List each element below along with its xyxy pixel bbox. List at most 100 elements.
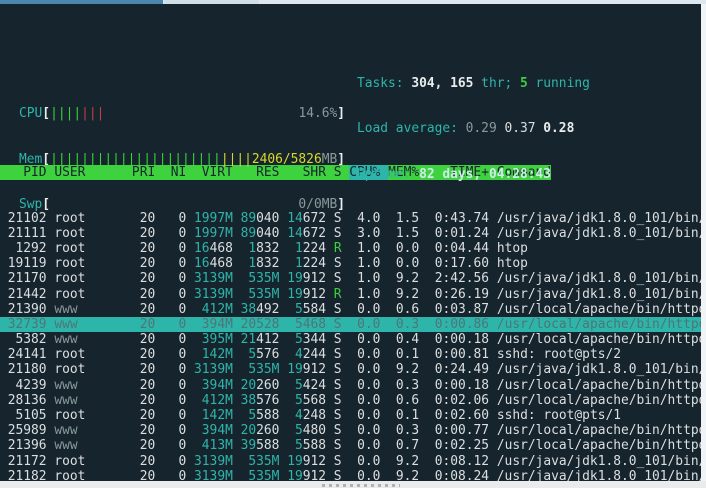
- cell-command: sshd: root@pts/2: [496, 347, 621, 363]
- table-row[interactable]: 24141 root 20 0 142M 5576 4244 S 0.0 0.1…: [0, 347, 701, 362]
- cell-command: /usr/local/apache/bin/httpd -k star: [496, 301, 701, 317]
- cell-pri: 20: [131, 301, 163, 317]
- table-row[interactable]: 32739 www 20 0 394M 20528 5468 S 0.0 0.3…: [0, 316, 701, 333]
- table-row[interactable]: 21172 root 20 0 3139M 535M 19912 S 0.0 9…: [0, 454, 701, 469]
- table-row[interactable]: 21442 root 20 0 3139M 535M 19912 R 1.0 9…: [0, 287, 701, 302]
- table-row[interactable]: 21182 root 20 0 3139M 535M 19912 S 0.0 9…: [0, 469, 701, 481]
- mem-meter-label: Mem: [19, 151, 43, 167]
- cell-pid: 21442: [0, 286, 55, 302]
- sp: [326, 347, 334, 362]
- cpu-open-bracket: [: [42, 106, 51, 122]
- cell-ni: 0: [162, 347, 195, 363]
- cell-cpu-percent: 0.0: [341, 468, 389, 481]
- table-row[interactable]: 28136 www 20 0 412M 38576 5568 S 0.0 0.6…: [0, 393, 701, 408]
- cell-shr: 19: [287, 286, 303, 302]
- cell-ni: 0: [162, 332, 195, 348]
- cell-time: 0:00.18: [426, 332, 497, 348]
- table-row[interactable]: 21180 root 20 0 3139M 535M 19912 S 0.0 9…: [0, 362, 701, 377]
- cell-command: /usr/java/jdk1.8.0_101/bin/java -Xm: [496, 453, 701, 469]
- cell-cpu-percent: 0.0: [341, 392, 389, 408]
- tasks-count: 304, 165: [411, 75, 474, 91]
- drag-handle-dots: [322, 484, 400, 487]
- cell-shr: 912: [302, 286, 327, 302]
- cell-cpu-percent: 0.0: [341, 301, 389, 317]
- sp: [233, 393, 241, 408]
- cell-res: 20: [240, 377, 257, 393]
- sp: [233, 287, 241, 302]
- cell-res: 528: [256, 316, 280, 332]
- cell-shr: 912: [302, 453, 327, 469]
- cell-time: 0:02.60: [426, 408, 497, 424]
- cell-shr: 5: [287, 438, 303, 454]
- sp: [233, 423, 241, 438]
- cell-res: 38: [240, 301, 257, 317]
- cell-ni: 0: [162, 438, 195, 454]
- cell-pri: 20: [131, 347, 163, 363]
- cell-mem-percent: 0.6: [388, 301, 427, 317]
- cell-res: 5: [240, 347, 257, 363]
- cell-state: S: [333, 347, 342, 363]
- table-row[interactable]: 5382 www 20 0 395M 21412 5344 S 0.0 0.4 …: [0, 332, 701, 347]
- sp: [326, 287, 334, 302]
- header-area: CPU[||||||| 14.6%] Mem[|||||||||||||||||…: [0, 34, 701, 213]
- cell-time: 0:00.81: [426, 347, 497, 363]
- table-row[interactable]: 21396 www 20 0 413M 39588 5588 S 0.0 0.7…: [0, 438, 701, 453]
- cell-pri: 20: [131, 438, 163, 454]
- sp: [233, 362, 241, 377]
- cell-pid: 21390: [0, 301, 55, 317]
- cell-time: 0:00.86: [426, 316, 497, 332]
- cell-shr: 5: [287, 301, 303, 317]
- uptime-value: 82 days, 04:28:43: [419, 167, 552, 182]
- cell-cpu-percent: 0.0: [341, 408, 389, 424]
- right-edge-strip: [701, 4, 706, 481]
- cell-pid: 28136: [0, 392, 55, 408]
- sp: [326, 423, 334, 438]
- mem-meter-value: 2406/5826: [251, 151, 322, 167]
- cell-ni: 0: [162, 423, 195, 439]
- cell-res: 535M: [240, 362, 280, 378]
- cell-mem-percent: 0.3: [388, 423, 427, 439]
- cell-command: /usr/local/apache/bin/httpd -k star: [496, 316, 701, 332]
- table-row[interactable]: 5105 root 20 0 142M 5588 4248 S 0.0 0.1 …: [0, 408, 701, 423]
- cell-res: 535M: [240, 453, 280, 469]
- cpu-close-bracket: ]: [337, 106, 346, 122]
- cell-pid: 21172: [0, 453, 55, 469]
- cell-shr: 19: [287, 453, 303, 469]
- cell-ni: 0: [162, 453, 195, 469]
- cell-user: www: [54, 316, 132, 332]
- cell-pri: 20: [131, 423, 163, 439]
- table-row[interactable]: 4239 www 20 0 394M 20260 5424 S 0.0 0.3 …: [0, 378, 701, 393]
- cell-time: 0:00.77: [426, 423, 497, 439]
- cell-res: 260: [256, 423, 280, 439]
- cell-mem-percent: 0.3: [388, 316, 427, 332]
- cell-shr: 480: [302, 423, 327, 439]
- sp: [326, 362, 334, 377]
- cell-cpu-percent: 0.0: [341, 332, 389, 348]
- table-row[interactable]: 25989 www 20 0 394M 20260 5480 S 0.0 0.3…: [0, 423, 701, 438]
- cell-user: root: [54, 453, 132, 469]
- cell-user: www: [54, 438, 132, 454]
- load-1min: 0.29: [465, 121, 505, 137]
- cell-pid: 5105: [0, 408, 55, 424]
- cell-res: 20: [240, 423, 257, 439]
- cell-command: /usr/local/apache/bin/httpd -k star: [496, 392, 701, 408]
- cell-mem-percent: 0.4: [388, 332, 427, 348]
- cell-res: 20: [240, 316, 257, 332]
- cell-cpu-percent: 0.0: [341, 362, 389, 378]
- cell-mem-percent: 0.3: [388, 377, 427, 393]
- table-row[interactable]: 21390 www 20 0 412M 38492 5584 S 0.0 0.6…: [0, 302, 701, 317]
- sp: [326, 393, 334, 408]
- cell-state: S: [333, 316, 342, 332]
- cell-pid: 4239: [0, 377, 55, 393]
- cell-res: 588: [256, 438, 280, 454]
- cell-state: S: [333, 453, 342, 469]
- swp-meter-label: Swp: [19, 197, 43, 213]
- sp: [233, 347, 241, 362]
- cell-pri: 20: [131, 392, 163, 408]
- cell-virt: 395M: [194, 332, 233, 348]
- sp: [326, 378, 334, 393]
- cell-command: /usr/local/apache/bin/httpd -k star: [496, 438, 701, 454]
- cell-time: 0:08.12: [426, 453, 497, 469]
- cell-shr: 4: [287, 347, 303, 363]
- cpu-bars-red: |||: [81, 106, 105, 122]
